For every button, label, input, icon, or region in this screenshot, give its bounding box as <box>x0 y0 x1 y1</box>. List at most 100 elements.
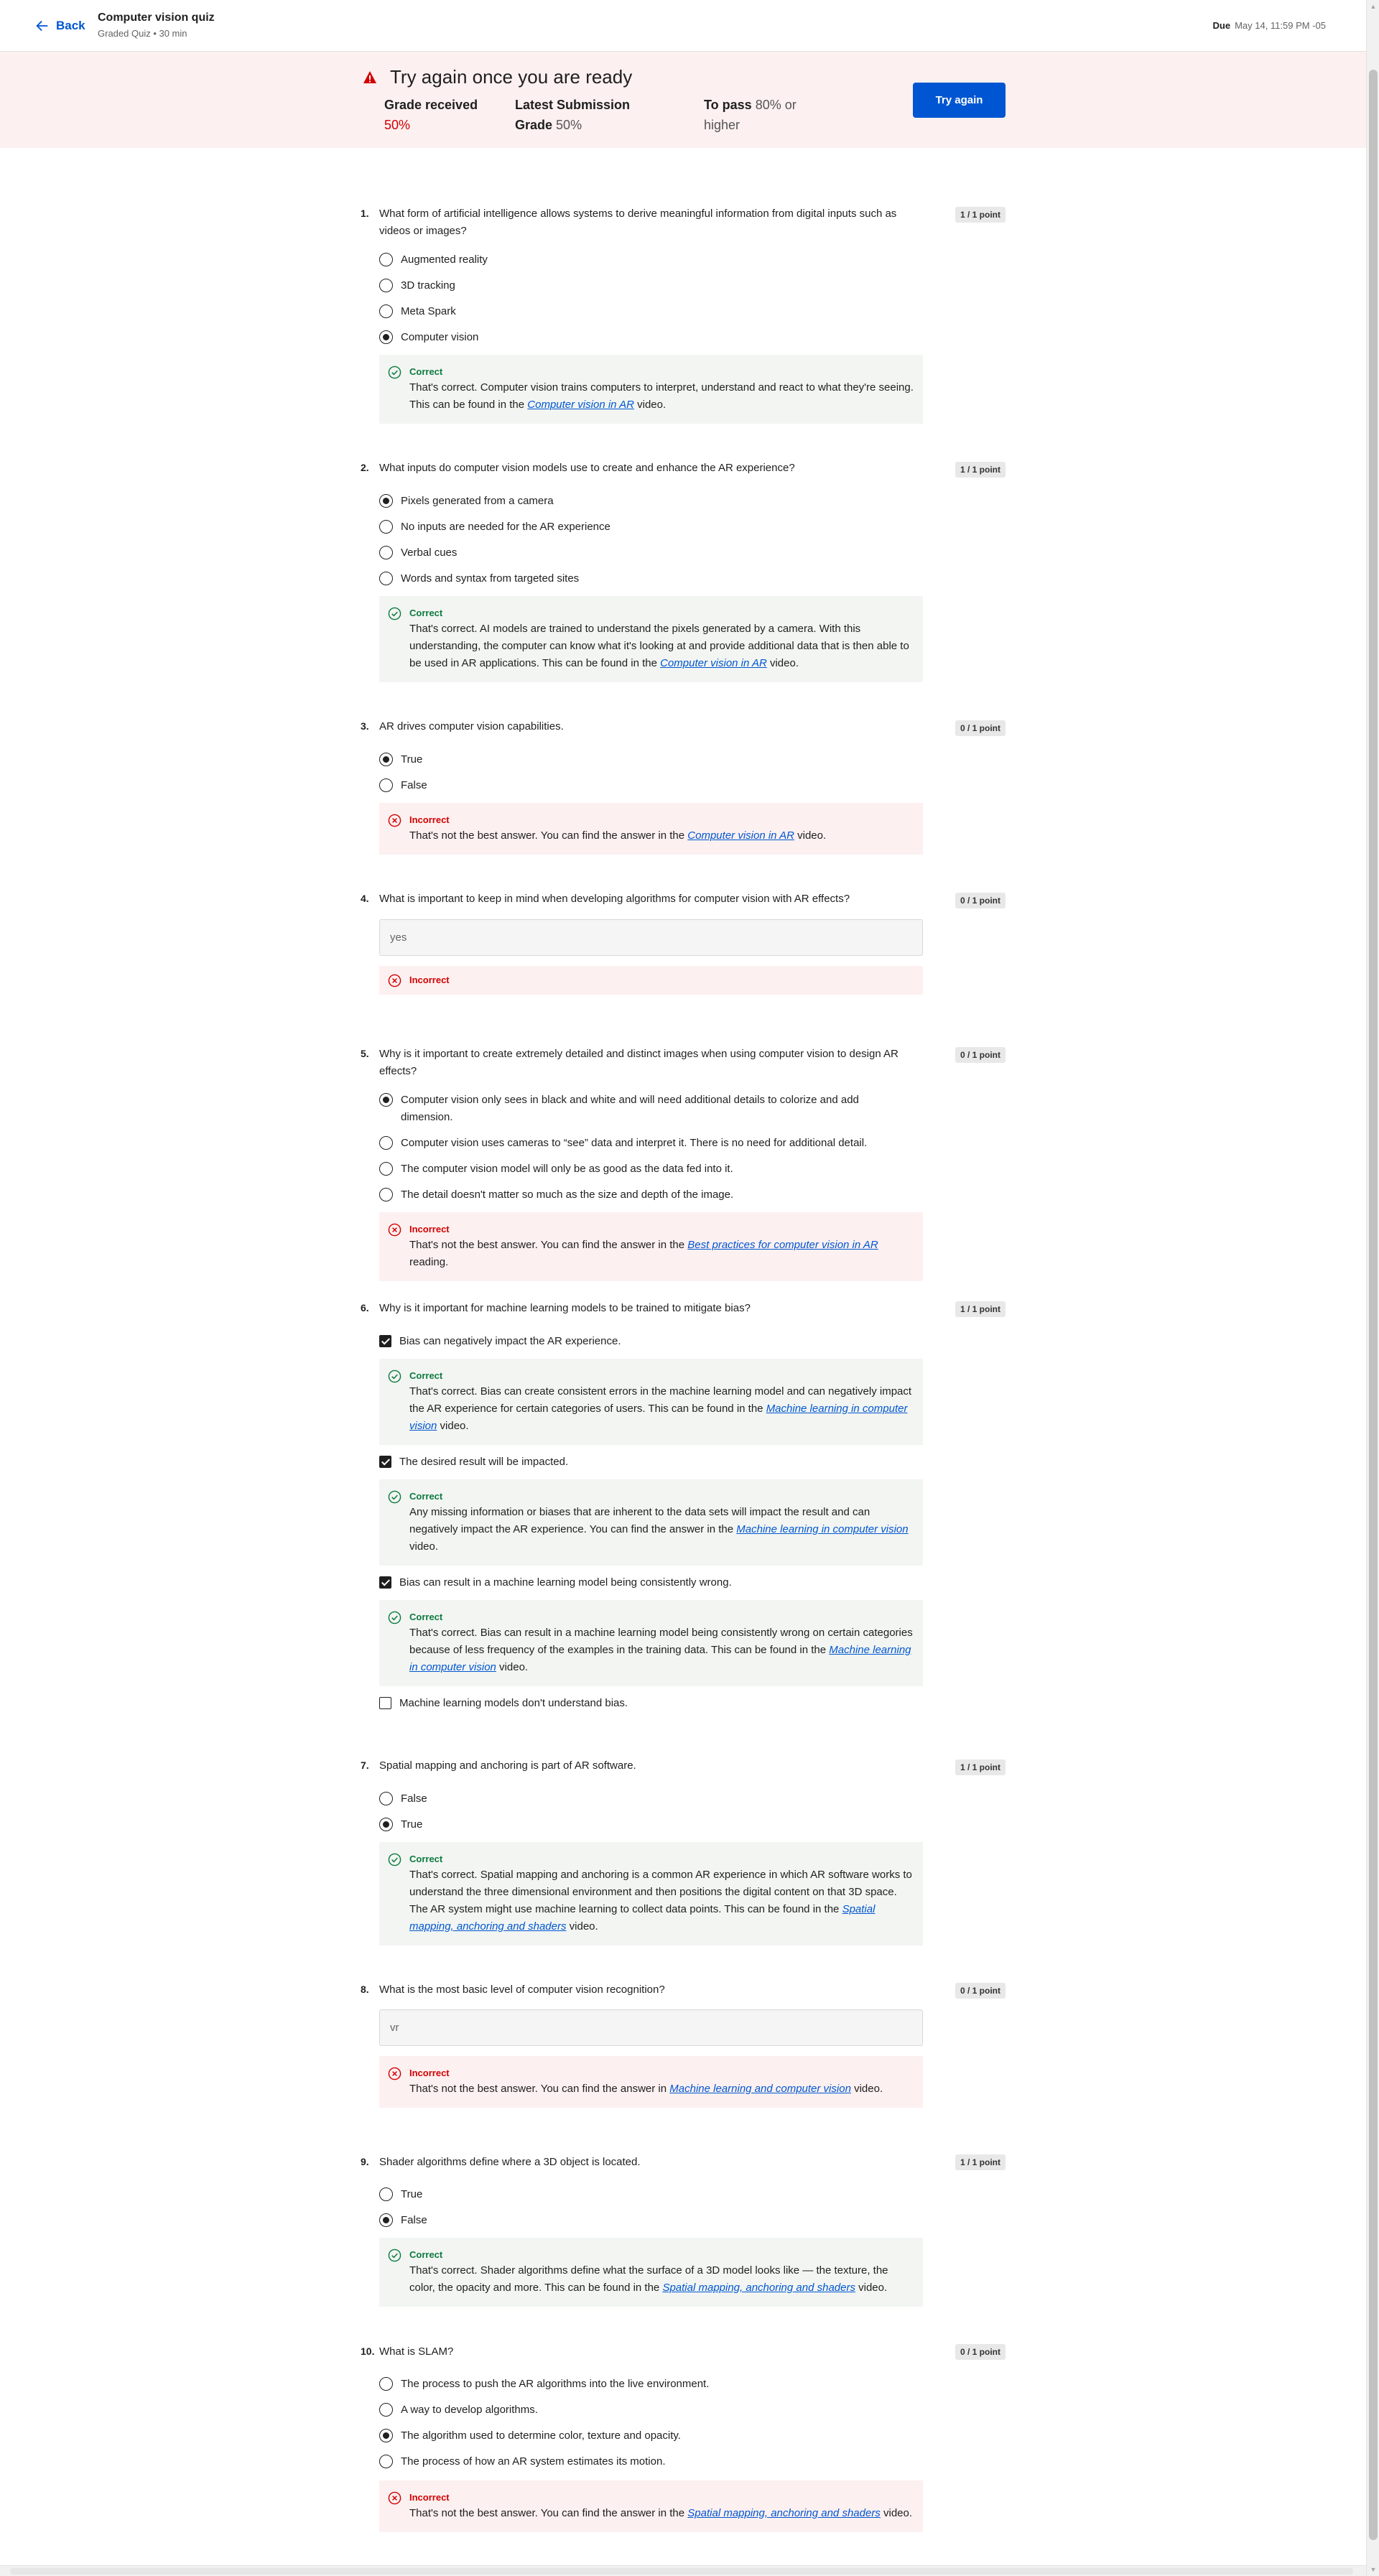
feedback-text-end: video. <box>766 657 799 669</box>
option-label: Bias can result in a machine learning mo… <box>399 1576 732 1589</box>
checkbox-checked[interactable] <box>379 1456 391 1468</box>
answer-option[interactable]: True <box>379 1816 904 1833</box>
scroll-down-arrow-icon[interactable]: ▼ <box>1370 2566 1377 2573</box>
answer-option[interactable]: Computer vision <box>379 329 904 346</box>
radio-button[interactable] <box>379 2187 393 2201</box>
feedback-status: Correct <box>409 1854 443 1864</box>
warning-icon <box>363 70 376 83</box>
x-circle-icon <box>388 2067 401 2080</box>
radio-button-selected[interactable] <box>379 1818 393 1831</box>
answer-option[interactable]: Bias can result in a machine learning mo… <box>379 1574 902 1591</box>
grade-received-label: Grade received <box>384 98 478 112</box>
radio-button[interactable] <box>379 1188 393 1201</box>
radio-button[interactable] <box>379 1162 393 1176</box>
radio-button-selected[interactable] <box>379 494 393 508</box>
radio-button[interactable] <box>379 304 393 318</box>
radio-button[interactable] <box>379 279 393 292</box>
resource-link[interactable]: Computer vision in AR <box>660 657 767 669</box>
feedback-text: That's not the best answer. You can find… <box>409 1239 688 1251</box>
answer-option[interactable]: The desired result will be impacted. <box>379 1454 902 1471</box>
option-label: The process to push the AR algorithms in… <box>401 2378 710 2390</box>
result-banner: Try again once you are ready Grade recei… <box>0 52 1366 148</box>
question-number: 1. <box>361 208 369 219</box>
radio-button[interactable] <box>379 546 393 559</box>
resource-link[interactable]: Computer vision in AR <box>527 399 634 411</box>
answer-option[interactable]: The algorithm used to determine color, t… <box>379 2427 904 2445</box>
answer-option[interactable]: Computer vision uses cameras to “see” da… <box>379 1135 904 1152</box>
answer-option[interactable]: Words and syntax from targeted sites <box>379 570 904 587</box>
radio-button-selected[interactable] <box>379 330 393 344</box>
feedback-status: Incorrect <box>409 2492 450 2503</box>
question-number: 2. <box>361 462 369 473</box>
feedback-text-end: video. <box>633 399 667 411</box>
question-number: 7. <box>361 1759 369 1771</box>
feedback-incorrect: Incorrect That's not the best answer. Yo… <box>379 1212 923 1281</box>
answer-option[interactable]: False <box>379 2212 904 2229</box>
radio-button[interactable] <box>379 520 393 534</box>
question-text: AR drives computer vision capabilities. <box>379 720 564 733</box>
answer-option[interactable]: The process of how an AR system estimate… <box>379 2453 904 2470</box>
checkbox-checked[interactable] <box>379 1335 391 1347</box>
answer-option[interactable]: The process to push the AR algorithms in… <box>379 2376 904 2393</box>
answer-option[interactable]: Computer vision only sees in black and w… <box>379 1092 904 1126</box>
resource-link[interactable]: Computer vision in AR <box>687 829 794 842</box>
horizontal-scrollbar[interactable] <box>0 2565 1366 2576</box>
radio-button[interactable] <box>379 253 393 266</box>
answer-option[interactable]: Machine learning models don't understand… <box>379 1695 902 1712</box>
answer-text-field[interactable]: yes <box>379 919 923 956</box>
question-number: 5. <box>361 1048 369 1059</box>
feedback-text-end: video. <box>855 2282 888 2294</box>
answer-option[interactable]: Pixels generated from a camera <box>379 493 904 510</box>
scrollbar-thumb[interactable] <box>1369 70 1378 2540</box>
radio-button-selected[interactable] <box>379 2429 393 2442</box>
answer-option[interactable]: A way to develop algorithms. <box>379 2401 904 2419</box>
radio-button[interactable] <box>379 1136 393 1150</box>
checkbox-checked[interactable] <box>379 1576 391 1589</box>
feedback-incorrect: Incorrect That's not the best answer. Yo… <box>379 803 923 855</box>
answer-option[interactable]: True <box>379 751 904 768</box>
feedback-incorrect: Incorrect <box>379 966 923 995</box>
radio-button[interactable] <box>379 2455 393 2468</box>
resource-link[interactable]: Machine learning and computer vision <box>669 2083 851 2095</box>
radio-button[interactable] <box>379 778 393 792</box>
resource-link[interactable]: Machine learning in computer vision <box>736 1523 908 1535</box>
radio-button[interactable] <box>379 572 393 585</box>
question-text: What is the most basic level of computer… <box>379 1984 665 1996</box>
scroll-up-arrow-icon[interactable]: ▲ <box>1370 3 1377 10</box>
radio-button-selected[interactable] <box>379 1093 393 1107</box>
answer-option[interactable]: False <box>379 777 904 794</box>
resource-link[interactable]: Spatial mapping, anchoring and shaders <box>687 2507 881 2519</box>
answer-option[interactable]: The computer vision model will only be a… <box>379 1161 904 1178</box>
checkbox[interactable] <box>379 1697 391 1709</box>
radio-button[interactable] <box>379 2403 393 2417</box>
radio-button[interactable] <box>379 1792 393 1805</box>
answer-option[interactable]: The detail doesn't matter so much as the… <box>379 1186 904 1204</box>
check-circle-icon <box>388 366 401 379</box>
back-button[interactable]: Back <box>34 16 85 36</box>
resource-link[interactable]: Spatial mapping, anchoring and shaders <box>662 2282 855 2294</box>
horizontal-scrollbar-thumb[interactable] <box>10 2568 1353 2575</box>
answer-text-field[interactable]: vr <box>379 2009 923 2046</box>
resource-link[interactable]: Best practices for computer vision in AR <box>687 1239 878 1251</box>
vertical-scrollbar[interactable]: ▲ ▼ <box>1366 0 1379 2576</box>
answer-option[interactable]: Verbal cues <box>379 544 904 562</box>
answer-option[interactable]: True <box>379 2186 904 2203</box>
option-label: The algorithm used to determine color, t… <box>401 2429 681 2442</box>
feedback-correct: Correct That's correct. Spatial mapping … <box>379 1842 923 1945</box>
option-label: Bias can negatively impact the AR experi… <box>399 1335 621 1347</box>
radio-button-selected[interactable] <box>379 2213 393 2227</box>
answer-option[interactable]: No inputs are needed for the AR experien… <box>379 519 904 536</box>
answer-option[interactable]: False <box>379 1790 904 1808</box>
grade-received-value: 50% <box>384 118 411 132</box>
answer-option[interactable]: 3D tracking <box>379 277 904 294</box>
answer-option[interactable]: Augmented reality <box>379 251 904 269</box>
question-text: What form of artificial intelligence all… <box>379 208 897 237</box>
radio-button-selected[interactable] <box>379 753 393 766</box>
answer-option[interactable]: Meta Spark <box>379 303 904 320</box>
option-label: The process of how an AR system estimate… <box>401 2455 666 2468</box>
option-label: Computer vision only sees in black and w… <box>401 1094 859 1123</box>
answer-option[interactable]: Bias can negatively impact the AR experi… <box>379 1333 902 1350</box>
radio-button[interactable] <box>379 2377 393 2391</box>
try-again-button[interactable]: Try again <box>913 83 1006 118</box>
check-circle-icon <box>388 1490 401 1504</box>
